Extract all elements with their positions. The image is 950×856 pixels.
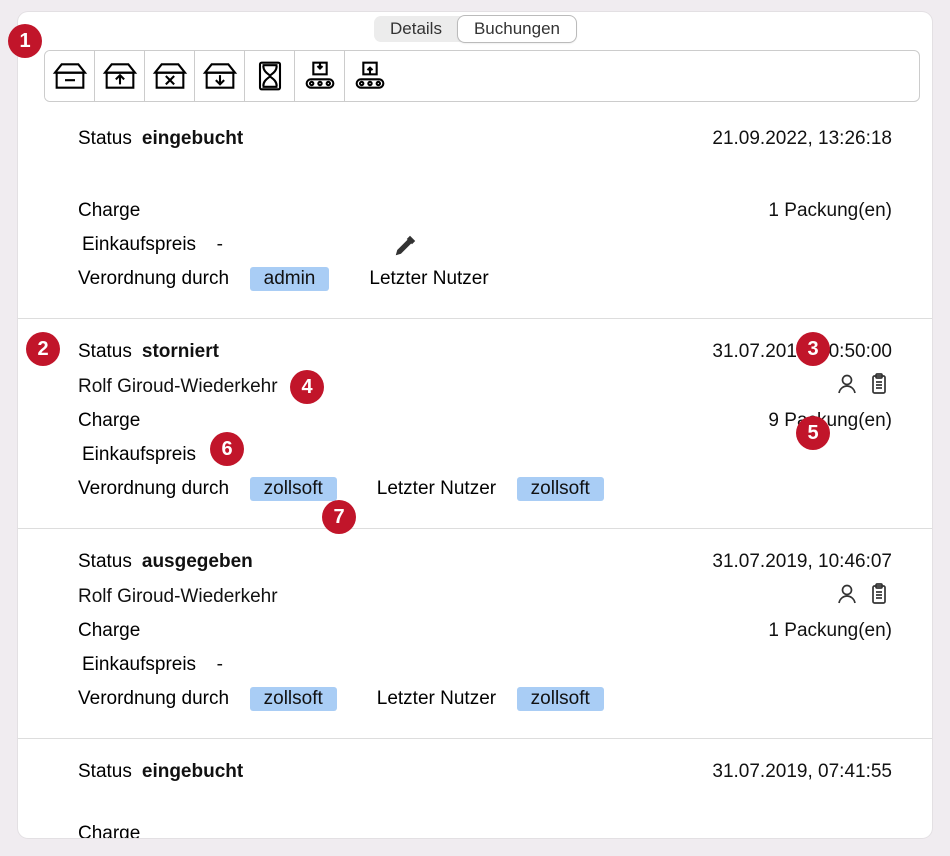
toolbar (44, 50, 920, 102)
box-minus-icon (50, 56, 90, 96)
person-actions (828, 581, 892, 612)
person-actions (828, 371, 892, 402)
box-x-button[interactable] (145, 51, 195, 101)
status-value: ausgegeben (142, 551, 253, 573)
letzter-nutzer-label: Letzter Nutzer (369, 268, 488, 290)
tab-bar: Details Buchungen (18, 12, 932, 44)
conveyor-in-icon (300, 56, 340, 96)
charge-label: Charge (78, 200, 140, 222)
status-value: storniert (142, 341, 219, 363)
box-minus-button[interactable] (45, 51, 95, 101)
person-name: Rolf Giroud-Wiederkehr (78, 586, 278, 608)
einkaufspreis-value: - (217, 234, 223, 256)
einkaufspreis-label: Einkaufspreis (82, 654, 196, 676)
verordnung-label: Verordnung durch (78, 268, 229, 290)
main-window: Details Buchungen Status eingebucht 21. (18, 12, 932, 838)
toolbar-spacer (395, 51, 919, 101)
timestamp: 31.07.2019, 10:50:00 (712, 341, 892, 363)
status-label: Status (78, 551, 132, 573)
hourglass-icon (250, 56, 290, 96)
verordnung-label: Verordnung durch (78, 478, 229, 500)
einkaufspreis-value: - (217, 444, 223, 466)
box-down-button[interactable] (195, 51, 245, 101)
person-icon[interactable] (834, 371, 860, 397)
box-up-icon (100, 56, 140, 96)
booking-entry: Status ausgegeben 31.07.2019, 10:46:07 R… (18, 529, 932, 739)
tab-segment: Details Buchungen (374, 16, 576, 42)
einkaufspreis-label: Einkaufspreis (82, 444, 196, 466)
tab-buchungen[interactable]: Buchungen (458, 16, 576, 42)
einkaufspreis-value: - (217, 654, 223, 676)
box-down-icon (200, 56, 240, 96)
letzter-nutzer-chip[interactable]: zollsoft (517, 477, 604, 501)
letzter-nutzer-chip[interactable]: zollsoft (517, 687, 604, 711)
letzter-nutzer-label: Letzter Nutzer (377, 688, 496, 710)
pencil-icon[interactable] (393, 232, 419, 258)
timestamp: 31.07.2019, 07:41:55 (712, 761, 892, 783)
timestamp: 31.07.2019, 10:46:07 (712, 551, 892, 573)
verordnung-label: Verordnung durch (78, 688, 229, 710)
packung-value: 1 Packung(en) (768, 620, 892, 642)
booking-entry: Status eingebucht 21.09.2022, 13:26:18 C… (18, 106, 932, 319)
clipboard-icon[interactable] (866, 581, 892, 607)
packung-value: 1 Packung(en) (768, 200, 892, 222)
verordnung-user-chip[interactable]: zollsoft (250, 477, 337, 501)
box-x-icon (150, 56, 190, 96)
status-value: eingebucht (142, 761, 243, 783)
charge-label: Charge (78, 410, 140, 432)
booking-entry: Status storniert 31.07.2019, 10:50:00 Ro… (18, 319, 932, 529)
person-icon[interactable] (834, 581, 860, 607)
conveyor-out-icon (350, 56, 390, 96)
tab-details[interactable]: Details (374, 16, 458, 42)
status-label: Status (78, 761, 132, 783)
clipboard-icon[interactable] (866, 371, 892, 397)
letzter-nutzer-label: Letzter Nutzer (377, 478, 496, 500)
verordnung-user-chip[interactable]: admin (250, 267, 330, 291)
box-up-button[interactable] (95, 51, 145, 101)
entries-scroll[interactable]: Status eingebucht 21.09.2022, 13:26:18 C… (18, 102, 932, 838)
conveyor-in-button[interactable] (295, 51, 345, 101)
status-label: Status (78, 341, 132, 363)
charge-label: Charge (78, 620, 140, 642)
status-label: Status (78, 128, 132, 150)
einkaufspreis-label: Einkaufspreis (82, 234, 196, 256)
hourglass-button[interactable] (245, 51, 295, 101)
packung-value: 9 Packung(en) (768, 410, 892, 432)
person-name: Rolf Giroud-Wiederkehr (78, 376, 278, 398)
booking-entry: Status eingebucht 31.07.2019, 07:41:55 C… (18, 739, 932, 838)
status-value: eingebucht (142, 128, 243, 150)
conveyor-out-button[interactable] (345, 51, 395, 101)
charge-label: Charge (78, 823, 140, 838)
timestamp: 21.09.2022, 13:26:18 (712, 128, 892, 150)
verordnung-user-chip[interactable]: zollsoft (250, 687, 337, 711)
